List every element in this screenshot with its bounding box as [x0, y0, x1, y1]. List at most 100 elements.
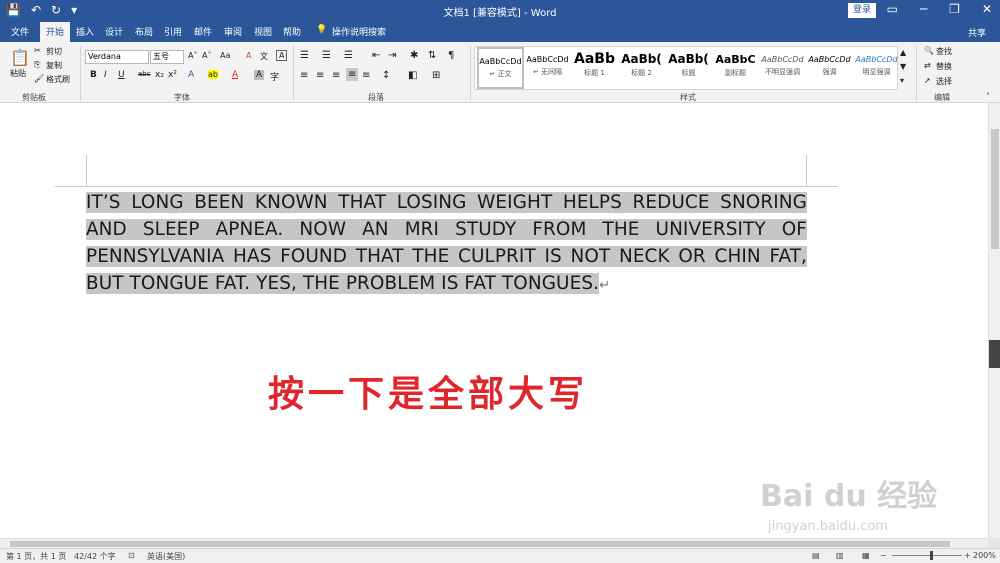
format-painter-button[interactable]: 格式刷 — [46, 74, 70, 85]
chinese-layout-icon[interactable]: ✱ — [410, 50, 418, 61]
style-normal[interactable]: AaBbCcDd ↵ 正文 — [477, 47, 524, 89]
zoom-slider-thumb[interactable] — [930, 551, 933, 560]
increase-indent-icon[interactable]: ⇥ — [388, 50, 396, 61]
zoom-level[interactable]: 200% — [973, 551, 996, 560]
font-name-combo[interactable]: Verdana — [85, 50, 149, 64]
text-effects-button[interactable]: A — [188, 70, 194, 80]
style-title[interactable]: AaBb( 标题 — [665, 47, 712, 89]
horizontal-scrollbar[interactable] — [0, 538, 988, 548]
document-canvas[interactable]: IT’S LONG BEEN KNOWN THAT LOSING WEIGHT … — [0, 103, 988, 538]
style-heading-2[interactable]: AaBb( 标题 2 — [618, 47, 665, 89]
phonetic-guide-icon[interactable]: 文 — [260, 51, 268, 62]
bold-button[interactable]: B — [90, 70, 97, 80]
tab-references[interactable]: 引用 — [164, 25, 182, 38]
shading-icon[interactable]: ◧ — [408, 70, 417, 81]
zoom-out-icon[interactable]: − — [880, 551, 887, 560]
change-case-icon[interactable]: Aa — [220, 51, 230, 60]
highlight-button[interactable]: ab — [208, 70, 218, 79]
tab-help[interactable]: 帮助 — [283, 25, 301, 38]
proofing-icon[interactable]: ⊡ — [128, 551, 135, 560]
collapse-ribbon-icon[interactable]: ˄ — [986, 92, 990, 101]
enclose-char-button[interactable]: 字 — [270, 70, 279, 83]
tab-review[interactable]: 审阅 — [224, 25, 242, 38]
zoom-in-icon[interactable]: + — [964, 551, 971, 560]
select-button[interactable]: 选择 — [936, 76, 952, 87]
tab-file[interactable]: 文件 — [11, 25, 29, 38]
tab-view[interactable]: 视图 — [254, 25, 272, 38]
char-shading-button[interactable]: A — [254, 70, 265, 80]
style-subtitle[interactable]: AaBbC 副标题 — [712, 47, 759, 89]
decrease-indent-icon[interactable]: ⇤ — [372, 50, 380, 61]
tab-mailings[interactable]: 邮件 — [194, 25, 212, 38]
tab-design[interactable]: 设计 — [105, 25, 123, 38]
italic-button[interactable]: I — [104, 70, 107, 80]
char-border-icon[interactable]: A — [276, 50, 288, 61]
paste-button[interactable]: 粘贴 — [10, 68, 26, 79]
bullets-icon[interactable]: ☰ — [300, 50, 309, 61]
styles-scroll-down-icon[interactable]: ▼ — [900, 62, 906, 71]
tab-home[interactable]: 开始 — [40, 22, 71, 42]
vertical-scroll-thumb[interactable] — [991, 129, 999, 249]
style-subtle-emphasis[interactable]: AaBbCcDd 不明显强调 — [759, 47, 806, 89]
copy-button[interactable]: 复制 — [46, 60, 62, 71]
show-marks-icon[interactable]: ¶ — [448, 50, 454, 61]
align-center-icon[interactable]: ≡ — [316, 70, 324, 81]
tell-me-search[interactable]: 操作说明搜索 — [332, 25, 386, 38]
style-emphasis[interactable]: AaBbCcDd 强调 — [806, 47, 853, 89]
document-paragraph[interactable]: IT’S LONG BEEN KNOWN THAT LOSING WEIGHT … — [86, 189, 807, 299]
vertical-scrollbar[interactable] — [988, 103, 1000, 538]
share-button[interactable]: 共享 — [968, 26, 986, 39]
distribute-icon[interactable]: ≡ — [362, 70, 370, 81]
side-panel-handle[interactable] — [989, 340, 1000, 368]
print-layout-icon[interactable]: ▥ — [836, 551, 844, 560]
scissors-icon[interactable]: ✂ — [34, 46, 41, 55]
minimize-icon[interactable]: ─ — [920, 2, 927, 16]
font-color-button[interactable]: A — [232, 70, 238, 80]
align-left-icon[interactable]: ≡ — [300, 70, 308, 81]
grow-font-icon[interactable]: A˄ — [188, 51, 197, 60]
line-spacing-icon[interactable]: ↕ — [382, 70, 390, 81]
paste-icon[interactable]: 📋 — [10, 48, 30, 67]
selected-text[interactable]: IT’S LONG BEEN KNOWN THAT LOSING WEIGHT … — [86, 192, 807, 294]
style-intense-emphasis[interactable]: AaBbCcDd 明显强调 — [853, 47, 900, 89]
justify-icon[interactable]: ≡ — [346, 68, 359, 81]
select-icon[interactable]: ➚ — [924, 76, 931, 85]
subscript-button[interactable]: x₂ — [155, 70, 164, 80]
shrink-font-icon[interactable]: A˅ — [202, 51, 211, 60]
find-icon[interactable]: 🔍 — [924, 46, 934, 55]
login-button[interactable]: 登录 — [848, 3, 876, 18]
borders-icon[interactable]: ⊞ — [432, 70, 440, 81]
styles-scroll-up-icon[interactable]: ▲ — [900, 48, 906, 57]
sort-icon[interactable]: ⇅ — [428, 50, 436, 61]
page-count[interactable]: 第 1 页，共 1 页 — [6, 551, 66, 562]
style-no-spacing[interactable]: AaBbCcDd ↵ 无间隔 — [524, 47, 571, 89]
window-controls: ▭ ─ ❐ ✕ — [887, 2, 992, 16]
ribbon-display-options-icon[interactable]: ▭ — [887, 2, 898, 16]
multilevel-list-icon[interactable]: ☰ — [344, 50, 353, 61]
font-size-combo[interactable]: 五号 — [150, 50, 184, 64]
language-indicator[interactable]: 英语(美国) — [147, 551, 185, 562]
tab-insert[interactable]: 插入 — [76, 25, 94, 38]
format-painter-icon[interactable]: 🖌 — [34, 74, 44, 83]
superscript-button[interactable]: x² — [168, 70, 177, 80]
cut-button[interactable]: 剪切 — [46, 46, 62, 57]
styles-more-icon[interactable]: ▾ — [900, 76, 904, 85]
read-mode-icon[interactable]: ▤ — [812, 551, 820, 560]
find-button[interactable]: 查找 — [936, 46, 952, 57]
replace-button[interactable]: 替换 — [936, 61, 952, 72]
web-layout-icon[interactable]: ▦ — [862, 551, 870, 560]
word-count[interactable]: 42/42 个字 — [74, 551, 116, 562]
tab-layout[interactable]: 布局 — [135, 25, 153, 38]
restore-icon[interactable]: ❐ — [949, 2, 960, 16]
style-heading-1[interactable]: AaBb 标题 1 — [571, 47, 618, 89]
numbering-icon[interactable]: ☰ — [322, 50, 331, 61]
align-right-icon[interactable]: ≡ — [332, 70, 340, 81]
clear-format-icon[interactable]: A — [246, 51, 251, 60]
close-icon[interactable]: ✕ — [982, 2, 992, 16]
zoom-slider[interactable] — [892, 555, 962, 556]
copy-icon[interactable]: ⎘ — [34, 60, 40, 70]
replace-icon[interactable]: ⇄ — [924, 61, 931, 70]
strikethrough-button[interactable]: abc — [138, 70, 151, 78]
horizontal-scroll-thumb[interactable] — [10, 541, 950, 547]
underline-button[interactable]: U — [118, 70, 125, 80]
